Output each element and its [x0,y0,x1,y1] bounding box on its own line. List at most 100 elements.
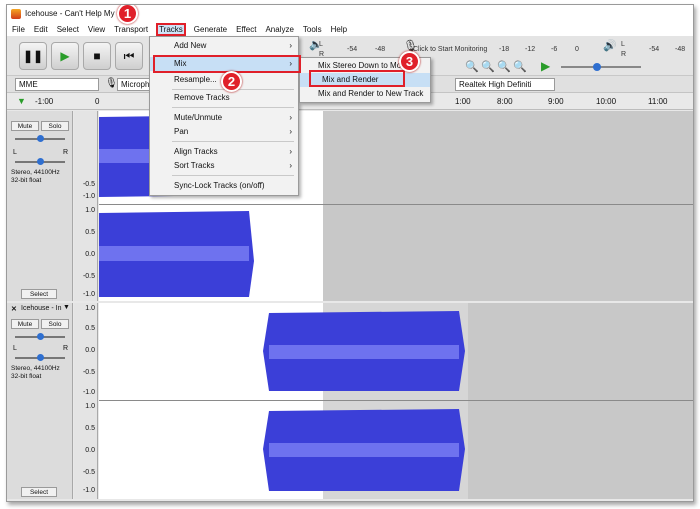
meter-label-r-2: R [621,51,627,58]
menu-item-mix-and-render-to-new-track[interactable]: Mix and Render to New Track [300,87,430,101]
menu-item-label: Remove Tracks [174,93,230,102]
meter-tick: -12 [525,46,536,53]
track2-info: Stereo, 44100Hz 32-bit float [11,365,60,380]
track1-mute-button[interactable]: Mute [11,121,39,131]
meter-tick: -18 [499,46,510,53]
menu-item-label: Sort Tracks [174,161,215,170]
track2-select-button[interactable]: Select [21,487,57,497]
pause-button[interactable]: ❚❚ [19,42,47,70]
audacity-window: Icehouse - Can't Help My File Edit Selec… [6,4,694,502]
menu-view[interactable]: View [87,25,106,34]
menu-item-label: Add New [174,41,207,50]
step-badge-3: 3 [399,51,420,72]
track2-menu-chevron-icon[interactable]: ▼ [63,304,70,311]
fit-selection-icon[interactable]: 🔍 [497,60,511,73]
meter-tick: -54 [347,46,358,53]
track1-pan-thumb[interactable] [37,158,44,165]
track2-pan-l-label: L [13,345,17,352]
track2-name[interactable]: Icehouse - In [21,305,61,312]
meter-label-l-2: L [621,41,625,48]
menu-item-pan[interactable]: Pan › [150,125,298,139]
meter-label-l: L [319,41,323,48]
menu-item-remove-tracks[interactable]: Remove Tracks [150,91,298,105]
track1-pan-l-label: L [13,149,17,156]
stop-button[interactable]: ■ [83,42,111,70]
menu-select[interactable]: Select [56,25,80,34]
menu-transport[interactable]: Transport [113,25,149,34]
scale-label: -1.0 [82,487,95,494]
ruler-tick: 10:00 [596,97,617,106]
track1-solo-button[interactable]: Solo [41,121,69,131]
track1-gain-slider[interactable] [15,135,65,142]
menu-tools[interactable]: Tools [302,25,323,34]
track2-amplitude-scale: 1.0 0.5 0.0 -0.5 -1.0 1.0 0.5 0.0 -0.5 -… [74,303,98,499]
track1-amplitude-scale: -0.5 -1.0 1.0 0.5 0.0 -0.5 -1.0 [74,111,98,301]
scale-label: 0.0 [85,447,95,454]
track2-gain-slider[interactable] [15,333,65,340]
track1-gain-thumb[interactable] [37,135,44,142]
menu-analyze[interactable]: Analyze [264,25,294,34]
play-button[interactable]: ▶ [51,42,79,70]
scale-label: -1.0 [82,389,95,396]
meter-tick: -6 [551,46,558,53]
playback-speaker-icon: 🔊 [603,40,617,52]
track2-close-icon[interactable]: ✕ [11,305,17,313]
menu-effect[interactable]: Effect [235,25,257,34]
track2-pan-slider[interactable] [15,354,65,361]
play-icon: ▶ [60,49,70,63]
window-title: Icehouse - Can't Help My [25,9,115,18]
mic-icon: 🎙 [105,78,118,89]
track2-right-channel-rms [269,443,459,457]
menu-item-label: Mix and Render to New Track [318,89,424,98]
menu-item-label: Mute/Unmute [174,113,223,122]
menu-item-label: Mix Stereo Down to Mono [318,61,411,70]
menu-item-label: Sync-Lock Tracks (on/off) [174,181,265,190]
track1-right-channel-rms [99,246,249,261]
scale-label: -0.5 [82,181,95,188]
menu-item-mute-unmute[interactable]: Mute/Unmute › [150,111,298,125]
audio-host-select[interactable]: MME [15,78,99,91]
menu-generate[interactable]: Generate [193,25,228,34]
ruler-start-label: -1:00 [35,97,54,106]
scale-label: 1.0 [85,305,95,312]
ruler-tick: 1:00 [455,97,471,106]
menu-item-align-tracks[interactable]: Align Tracks › [150,145,298,159]
menu-item-add-new[interactable]: Add New › [150,39,298,53]
menu-item-sync-lock[interactable]: Sync-Lock Tracks (on/off) [150,179,298,193]
speed-slider-thumb[interactable] [593,63,601,71]
scale-label: 0.0 [85,347,95,354]
menu-tracks[interactable]: Tracks [156,22,186,36]
ruler-tick: 9:00 [548,97,564,106]
play-at-speed-icon[interactable]: ▶ [541,59,550,73]
menu-item-label: Pan [174,127,189,136]
scale-label: 0.0 [85,251,95,258]
submenu-arrow-icon: › [289,147,292,156]
menu-file[interactable]: File [11,25,26,34]
playback-device-select[interactable]: Realtek High Definiti [455,78,555,91]
highlight-box-mix-and-render [309,70,405,87]
track2-pan-thumb[interactable] [37,354,44,361]
track2-waveform-area[interactable] [99,303,693,499]
step-badge-2: 2 [221,71,242,92]
fit-project-icon[interactable]: 🔍 [513,60,527,73]
menu-edit[interactable]: Edit [33,25,49,34]
monitor-text[interactable]: Click to Start Monitoring [413,46,487,53]
track2-gain-thumb[interactable] [37,333,44,340]
menu-bar: File Edit Select View Transport Tracks G… [7,22,693,36]
track2-mute-button[interactable]: Mute [11,319,39,329]
meter-tick: 0 [575,46,579,53]
speed-slider[interactable] [561,63,641,71]
track2-solo-button[interactable]: Solo [41,319,69,329]
scale-label: 1.0 [85,403,95,410]
step-badge-1: 1 [117,5,138,24]
track1-pan-slider[interactable] [15,158,65,165]
zoom-out-icon[interactable]: 🔍 [481,60,495,73]
audacity-logo-icon [11,8,21,19]
scale-label: -1.0 [82,193,95,200]
menu-help[interactable]: Help [330,25,348,34]
track1-select-button[interactable]: Select [21,289,57,299]
menu-item-sort-tracks[interactable]: Sort Tracks › [150,159,298,173]
zoom-in-icon[interactable]: 🔍 [465,60,479,73]
menu-separator [172,107,294,108]
skip-to-start-button[interactable]: ⏮ [115,42,143,70]
